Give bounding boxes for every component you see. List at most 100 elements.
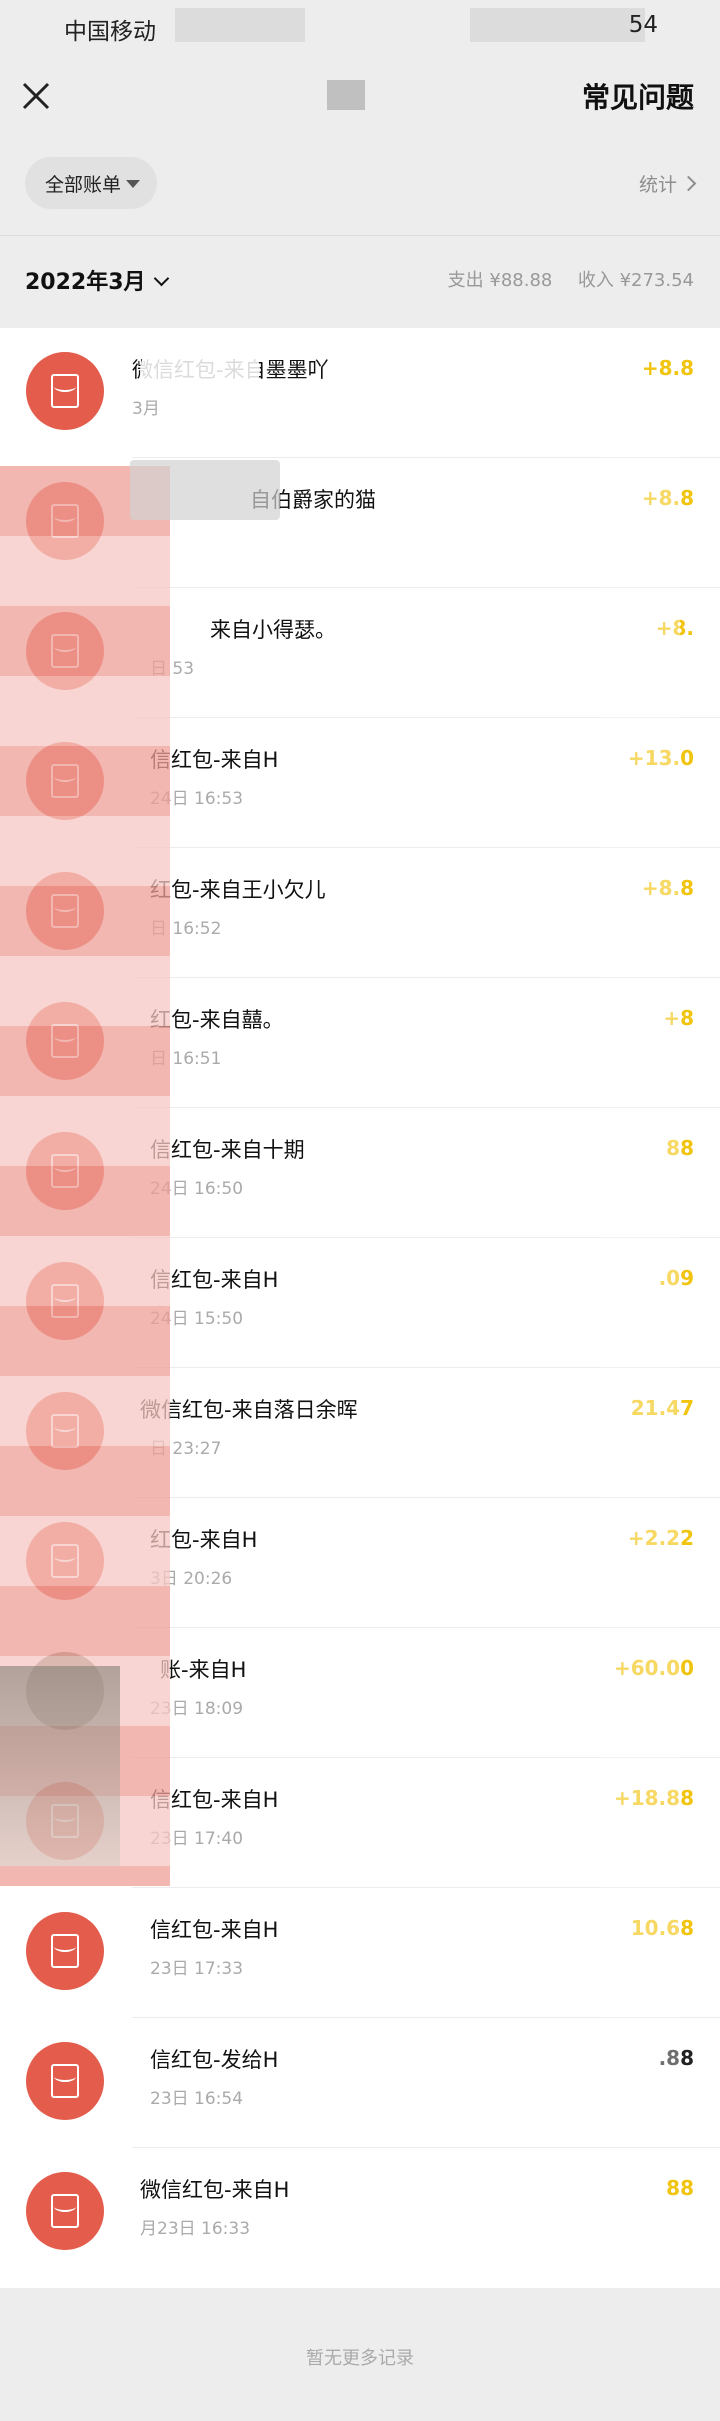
transaction-time: 日 16:51 bbox=[150, 1049, 222, 1069]
transaction-amount: +8. bbox=[655, 616, 694, 640]
transaction-title: 信红包-来自H bbox=[150, 748, 279, 772]
red-envelope-icon bbox=[26, 1782, 104, 1860]
transaction-amount: +13.0 bbox=[627, 746, 694, 770]
transaction-time: 24日 16:53 bbox=[150, 789, 244, 809]
transaction-row[interactable]: 自伯爵家的猫 +8.8 bbox=[0, 458, 720, 588]
blurred-region bbox=[470, 8, 645, 42]
transaction-title: 微信红包-来自墨墨吖 bbox=[132, 358, 329, 382]
transaction-time: 日 23:27 bbox=[150, 1439, 222, 1459]
page-title bbox=[325, 74, 385, 116]
transaction-row[interactable]: 来自小得瑟。 日 53 +8. bbox=[0, 588, 720, 718]
transaction-title: 账-来自H bbox=[160, 1658, 247, 1682]
red-envelope-icon bbox=[26, 2172, 104, 2250]
red-envelope-icon bbox=[26, 612, 104, 690]
caret-down-icon bbox=[126, 180, 140, 188]
red-envelope-icon bbox=[26, 352, 104, 430]
red-envelope-icon bbox=[26, 482, 104, 560]
redacted-title-mask bbox=[327, 80, 365, 110]
red-envelope-icon bbox=[26, 1262, 104, 1340]
month-bar: 2022年3月 支出 ¥88.88 收入 ¥273.54 bbox=[0, 236, 720, 328]
expense-value: ¥88.88 bbox=[489, 270, 553, 291]
income-label: 收入 bbox=[577, 270, 614, 291]
transaction-title: 信红包-来自H bbox=[150, 1268, 279, 1292]
transaction-time: 23日 17:40 bbox=[150, 1829, 244, 1849]
transaction-time: 日 16:52 bbox=[150, 919, 222, 939]
transaction-amount: 88 bbox=[666, 2176, 694, 2200]
red-envelope-icon bbox=[26, 1002, 104, 1080]
transaction-title: 信红包-发给H bbox=[150, 2048, 279, 2072]
nav-bar: 常见问题 bbox=[0, 56, 720, 136]
transaction-amount: +8 bbox=[663, 1006, 694, 1030]
transaction-row[interactable]: 账-来自H 23日 18:09 +60.00 bbox=[0, 1628, 720, 1758]
transaction-amount: .09 bbox=[658, 1266, 694, 1290]
transaction-row[interactable]: 信红包-来自十期 24日 16:50 88 bbox=[0, 1108, 720, 1238]
transaction-amount: .88 bbox=[658, 2046, 694, 2070]
transaction-time: 24日 15:50 bbox=[150, 1309, 244, 1329]
expense-label: 支出 bbox=[447, 270, 484, 291]
income-value: ¥273.54 bbox=[619, 270, 694, 291]
transaction-time: 24日 16:50 bbox=[150, 1179, 244, 1199]
red-envelope-icon bbox=[26, 1912, 104, 1990]
chevron-down-icon bbox=[153, 270, 169, 287]
transaction-row[interactable]: 红包-来自囍。 日 16:51 +8 bbox=[0, 978, 720, 1108]
transaction-amount: 88 bbox=[666, 1136, 694, 1160]
clock: 54 bbox=[628, 12, 658, 38]
transaction-amount: +8.8 bbox=[641, 356, 694, 380]
transaction-title: 红包-来自囍。 bbox=[150, 1008, 284, 1032]
transaction-title: 信红包-来自H bbox=[150, 1788, 279, 1812]
chevron-right-icon bbox=[680, 175, 697, 192]
transaction-time: 23日 18:09 bbox=[150, 1699, 244, 1719]
red-envelope-icon bbox=[26, 1522, 104, 1600]
transaction-time: 日 53 bbox=[150, 659, 195, 679]
red-envelope-icon bbox=[26, 872, 104, 950]
transaction-amount: +8.8 bbox=[641, 876, 694, 900]
carrier-label: 中国移动 bbox=[64, 19, 156, 45]
user-avatar bbox=[26, 1652, 104, 1730]
transaction-title: 来自小得瑟。 bbox=[210, 618, 336, 642]
transaction-title: 信红包-来自十期 bbox=[150, 1138, 305, 1162]
transaction-list: 微信红包-来自墨墨吖 3月 +8.8 自伯爵家的猫 +8.8 来自小得瑟。 日 … bbox=[0, 328, 720, 2288]
transaction-row[interactable]: 信红包-来自H 23日 17:40 +18.88 bbox=[0, 1758, 720, 1888]
statistics-link[interactable]: 统计 bbox=[638, 170, 697, 197]
filter-label: 全部账单 bbox=[45, 174, 122, 196]
transaction-time: 23日 16:54 bbox=[150, 2089, 244, 2109]
transaction-row[interactable]: 信红包-发给H 23日 16:54 .88 bbox=[0, 2018, 720, 2148]
red-envelope-icon bbox=[26, 1392, 104, 1470]
transaction-title: 红包-来自H bbox=[150, 1528, 258, 1552]
close-icon[interactable] bbox=[18, 78, 54, 114]
transaction-title: 微信红包-来自H bbox=[140, 2178, 290, 2202]
statistics-label: 统计 bbox=[638, 174, 677, 196]
red-envelope-icon bbox=[26, 1132, 104, 1210]
month-label: 2022年3月 bbox=[25, 270, 146, 295]
month-summary: 支出 ¥88.88 收入 ¥273.54 bbox=[448, 266, 694, 292]
transaction-row[interactable]: 信红包-来自H 24日 16:53 +13.0 bbox=[0, 718, 720, 848]
faq-link[interactable]: 常见问题 bbox=[582, 76, 694, 116]
transaction-amount: 10.68 bbox=[630, 1916, 694, 1940]
red-envelope-icon bbox=[26, 2042, 104, 2120]
transaction-row[interactable]: 红包-来自王小欠儿 日 16:52 +8.8 bbox=[0, 848, 720, 978]
blurred-region bbox=[175, 8, 305, 42]
transaction-row[interactable]: 红包-来自H 3日 20:26 +2.22 bbox=[0, 1498, 720, 1628]
list-footer: 暂无更多记录 bbox=[0, 2288, 720, 2421]
transaction-title: 红包-来自王小欠儿 bbox=[150, 878, 326, 902]
no-more-records-text: 暂无更多记录 bbox=[306, 2348, 414, 2369]
filter-bar: 全部账单 统计 bbox=[0, 136, 720, 236]
transaction-time: 月23日 16:33 bbox=[140, 2219, 251, 2239]
transaction-amount: +8.8 bbox=[641, 486, 694, 510]
transaction-time: 3日 20:26 bbox=[150, 1569, 233, 1589]
transaction-time: 3月 bbox=[132, 399, 160, 419]
transaction-amount: +2.22 bbox=[627, 1526, 694, 1550]
transaction-title: 信红包-来自H bbox=[150, 1918, 279, 1942]
month-selector[interactable]: 2022年3月 bbox=[25, 264, 169, 296]
red-envelope-icon bbox=[26, 742, 104, 820]
transaction-amount: 21.47 bbox=[630, 1396, 694, 1420]
transaction-row[interactable]: 信红包-来自H 24日 15:50 .09 bbox=[0, 1238, 720, 1368]
bill-type-filter[interactable]: 全部账单 bbox=[25, 157, 157, 209]
transaction-title: 自伯爵家的猫 bbox=[250, 488, 376, 512]
transaction-row[interactable]: 信红包-来自H 23日 17:33 10.68 bbox=[0, 1888, 720, 2018]
transaction-row[interactable]: 微信红包-来自墨墨吖 3月 +8.8 bbox=[0, 328, 720, 458]
transaction-row[interactable]: 微信红包-来自H 月23日 16:33 88 bbox=[0, 2148, 720, 2288]
transaction-time: 23日 17:33 bbox=[150, 1959, 244, 1979]
status-bar: 中国移动 54 bbox=[0, 0, 720, 56]
transaction-row[interactable]: 微信红包-来自落日余晖 日 23:27 21.47 bbox=[0, 1368, 720, 1498]
